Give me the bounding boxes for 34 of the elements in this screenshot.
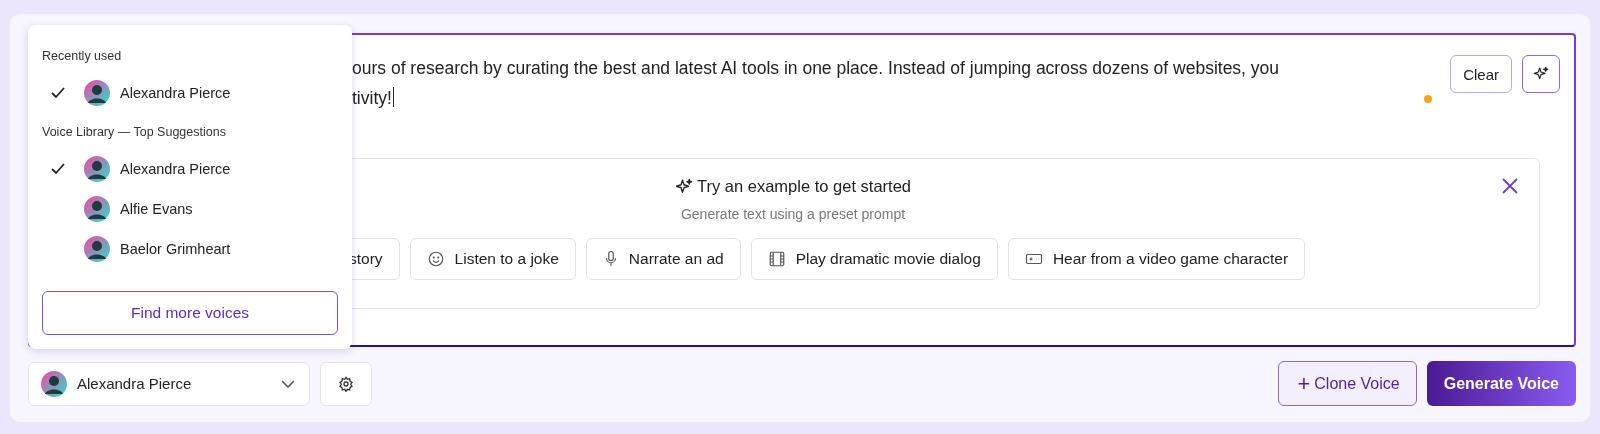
- voice-select[interactable]: Alexandra Pierce: [28, 361, 310, 406]
- film-icon: [767, 250, 786, 268]
- examples-title: Try an example to get started: [697, 177, 911, 196]
- status-dot: [1424, 95, 1433, 103]
- voice-option[interactable]: Alexandra Pierce: [42, 73, 338, 113]
- voice-option[interactable]: Alexandra Pierce: [42, 149, 338, 189]
- sparkle-icon: [1533, 66, 1549, 82]
- close-icon[interactable]: [1501, 177, 1519, 195]
- selected-voice: Alexandra Pierce: [77, 375, 193, 392]
- find-voices-button[interactable]: Find more voices: [42, 291, 338, 335]
- editor-text: tivity!: [352, 83, 395, 113]
- chevron-down-icon: [281, 379, 295, 388]
- avatar-icon: [84, 196, 110, 222]
- avatar-icon: [84, 80, 110, 106]
- avatar-icon: [41, 370, 67, 397]
- avatar-icon: [84, 236, 110, 262]
- enhance-button[interactable]: [1522, 55, 1560, 93]
- example-chip[interactable]: Narrate an ad: [585, 238, 741, 280]
- voice-option[interactable]: Alfie Evans: [42, 189, 338, 229]
- examples-subtitle: Generate text using a preset prompt: [680, 206, 906, 222]
- section-heading: Recently used: [42, 49, 123, 63]
- editor-text: ours of research by curating the best and latest AI tools in one place. Instead of jumping across dozens of websites, you: [352, 57, 1280, 80]
- generate-voice-button[interactable]: Generate Voice: [1426, 361, 1576, 406]
- avatar-icon: [84, 156, 110, 182]
- clone-voice-button[interactable]: + Clone Voice: [1278, 361, 1417, 406]
- smile-icon: [426, 250, 445, 268]
- example-chip[interactable]: Play dramatic movie dialog: [750, 238, 998, 280]
- example-chip[interactable]: Listen to a joke: [409, 238, 576, 280]
- example-chip[interactable]: Hear from a video game character: [1007, 238, 1306, 280]
- clear-button[interactable]: Clear: [1450, 55, 1512, 93]
- sparkle-icon: [675, 177, 693, 196]
- section-heading: Voice Library — Top Suggestions: [42, 125, 227, 139]
- gear-icon: [338, 375, 354, 392]
- settings-button[interactable]: [320, 361, 372, 406]
